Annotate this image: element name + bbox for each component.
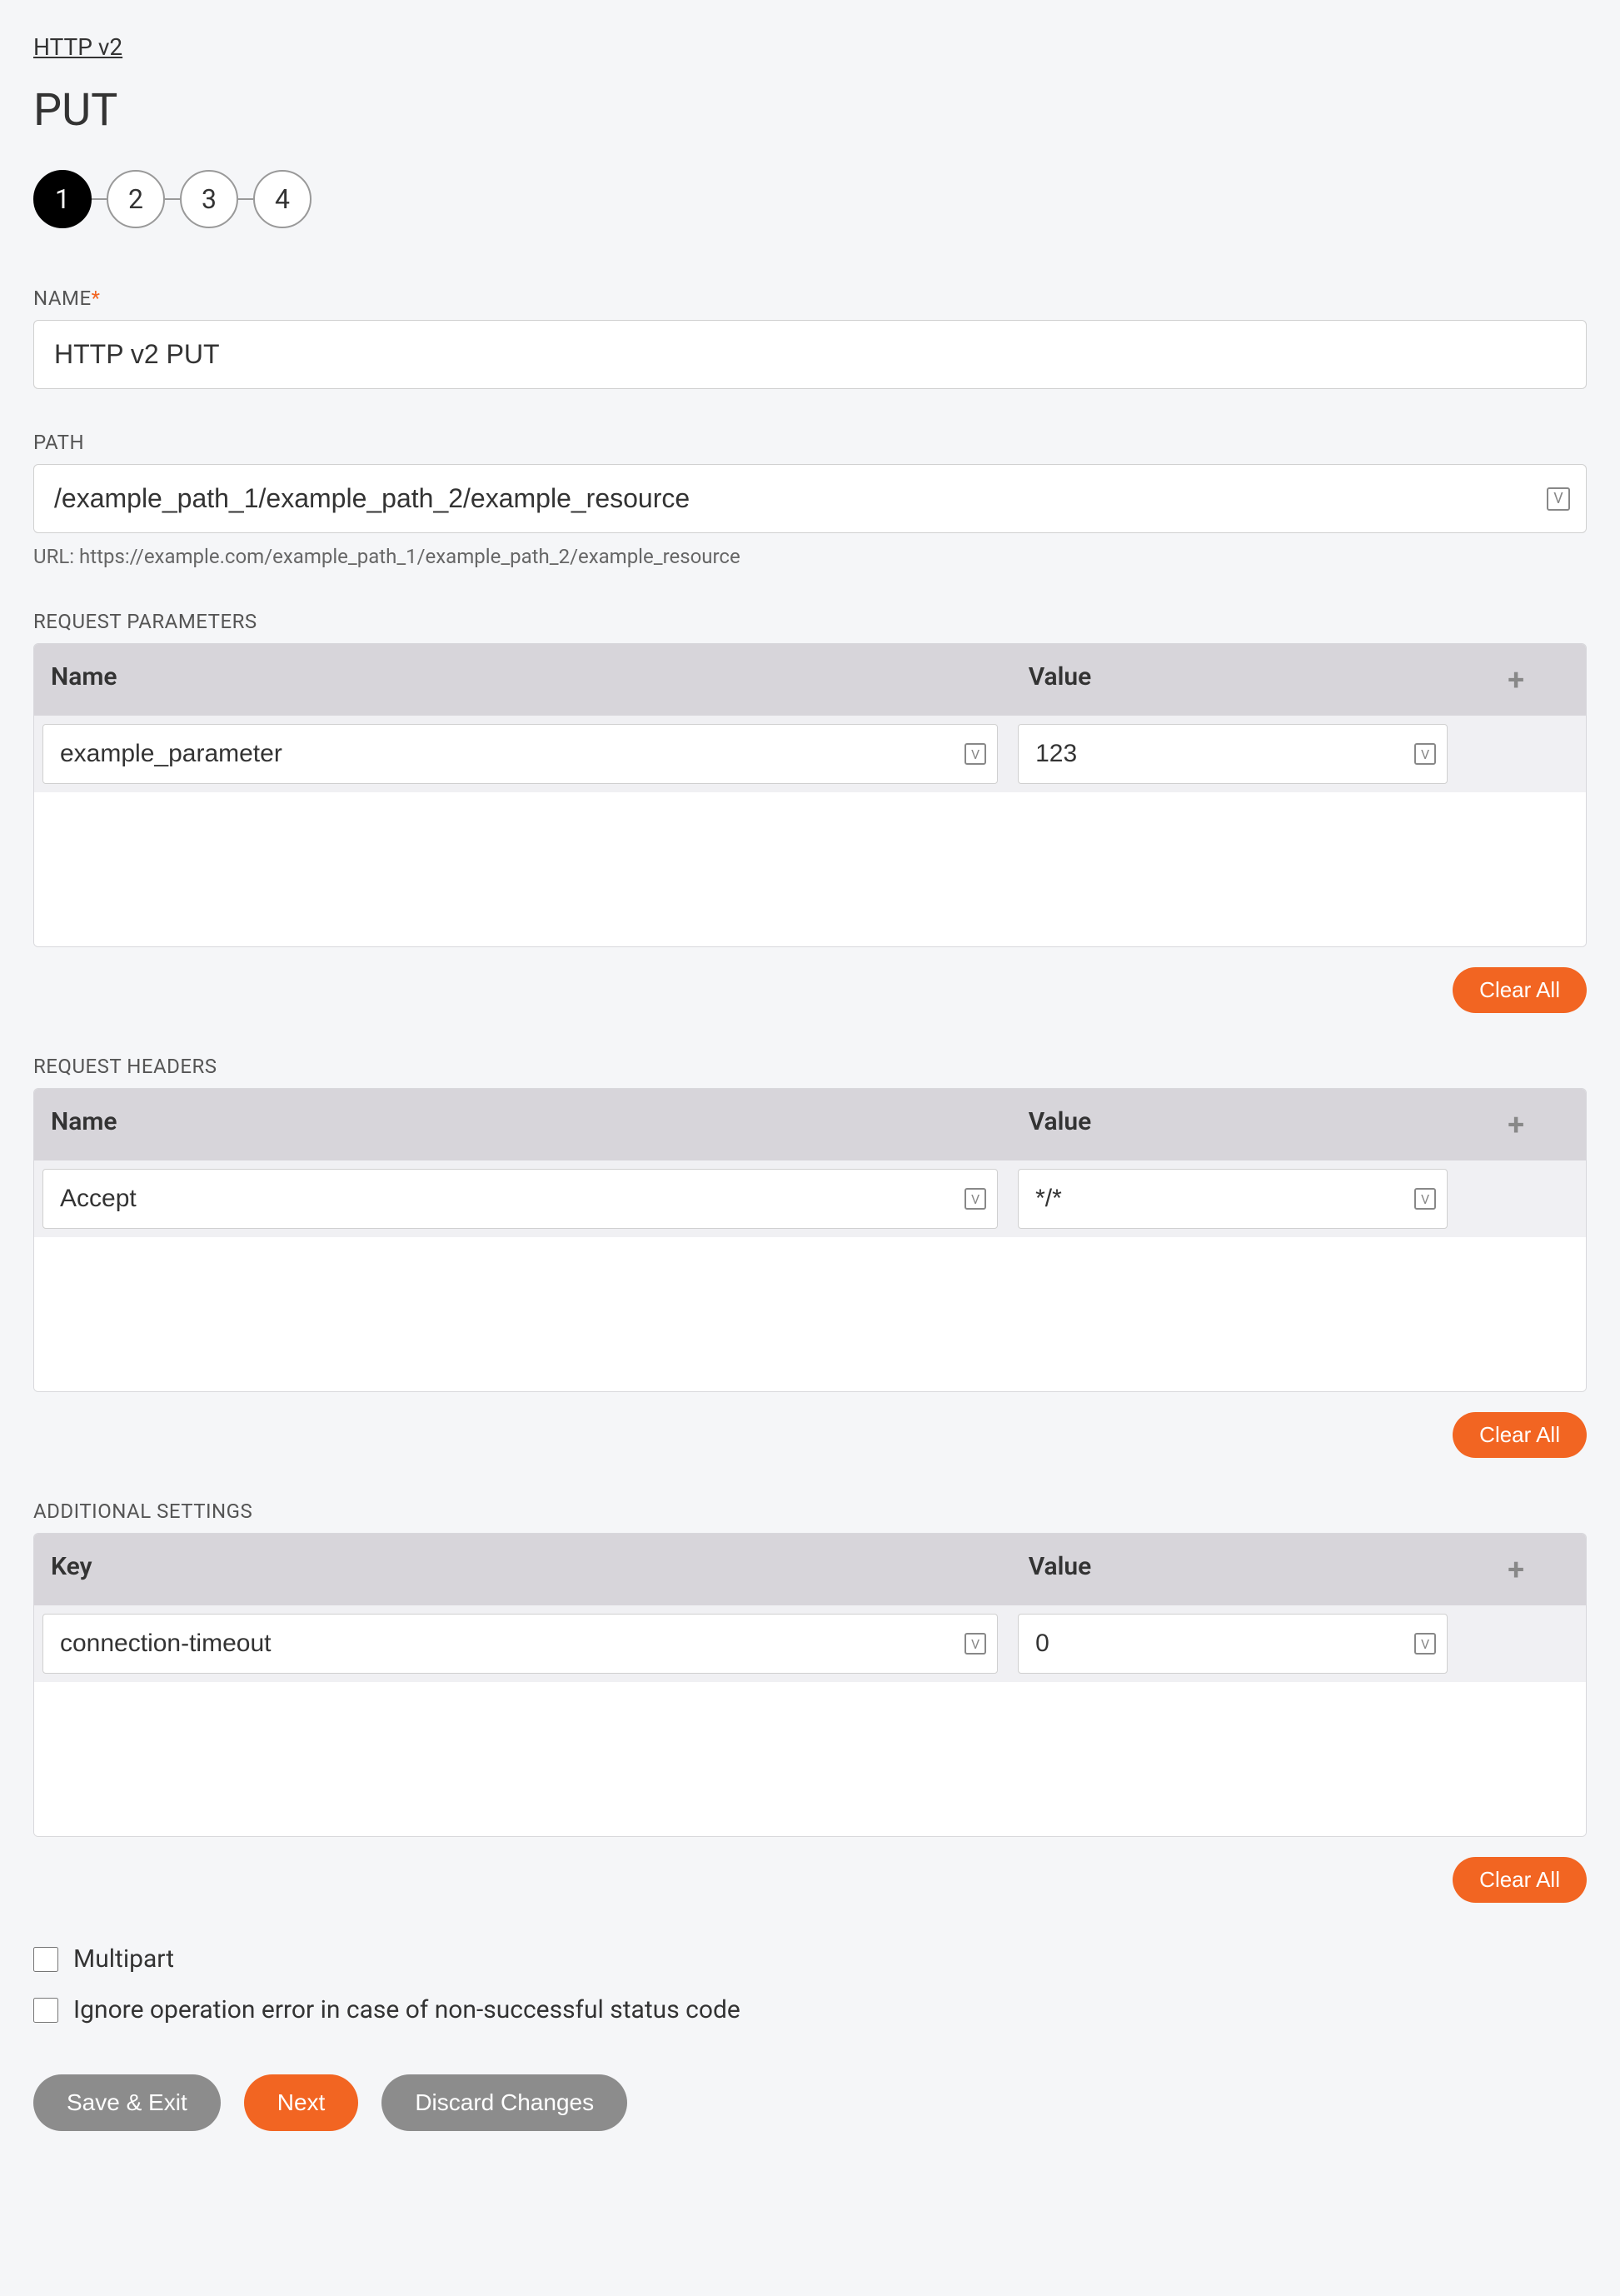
- params-add-row[interactable]: +: [1446, 644, 1586, 716]
- breadcrumb-http-v2[interactable]: HTTP v2: [33, 33, 122, 61]
- multipart-label: Multipart: [73, 1944, 174, 1974]
- additional-value-input[interactable]: [1018, 1614, 1448, 1674]
- variable-picker-icon[interactable]: V: [965, 743, 986, 765]
- headers-table: Name Value + V V: [33, 1088, 1587, 1392]
- variable-picker-icon[interactable]: V: [965, 1188, 986, 1210]
- params-clear-all-button[interactable]: Clear All: [1453, 967, 1587, 1013]
- multipart-checkbox[interactable]: [33, 1947, 58, 1972]
- name-label: NAME*: [33, 287, 1587, 310]
- path-url-hint: URL: https://example.com/example_path_1/…: [33, 545, 1587, 568]
- header-name-input[interactable]: [42, 1169, 998, 1229]
- additional-col-value: Value: [1012, 1534, 1447, 1605]
- additional-key-input[interactable]: [42, 1614, 998, 1674]
- headers-empty-area: [34, 1237, 1586, 1391]
- param-value-input[interactable]: [1018, 724, 1448, 784]
- headers-clear-all-button[interactable]: Clear All: [1453, 1412, 1587, 1458]
- params-table: Name Value + V V: [33, 643, 1587, 947]
- request-headers-label: REQUEST HEADERS: [33, 1055, 1587, 1078]
- additional-add-row[interactable]: +: [1446, 1534, 1586, 1605]
- step-4[interactable]: 4: [253, 170, 312, 228]
- headers-add-row[interactable]: +: [1446, 1089, 1586, 1160]
- table-row: V V: [34, 716, 1586, 792]
- params-empty-area: [34, 792, 1586, 946]
- additional-col-key: Key: [34, 1534, 1012, 1605]
- header-value-input[interactable]: [1018, 1169, 1448, 1229]
- variable-picker-icon[interactable]: V: [1414, 1188, 1436, 1210]
- param-name-input[interactable]: [42, 724, 998, 784]
- ignore-error-label: Ignore operation error in case of non-su…: [73, 1995, 740, 2024]
- headers-col-value: Value: [1012, 1089, 1447, 1160]
- request-params-label: REQUEST PARAMETERS: [33, 610, 1587, 633]
- name-input[interactable]: [33, 320, 1587, 389]
- table-row: V V: [34, 1160, 1586, 1237]
- table-row: V V: [34, 1605, 1586, 1682]
- variable-picker-icon[interactable]: V: [1414, 743, 1436, 765]
- variable-picker-icon[interactable]: V: [965, 1633, 986, 1655]
- stepper: 1 2 3 4: [33, 170, 1587, 228]
- page-title: PUT: [33, 84, 1587, 137]
- next-button[interactable]: Next: [244, 2074, 359, 2131]
- additional-clear-all-button[interactable]: Clear All: [1453, 1857, 1587, 1903]
- required-asterisk: *: [92, 287, 101, 310]
- multipart-row[interactable]: Multipart: [33, 1944, 1587, 1974]
- path-label: PATH: [33, 431, 1587, 454]
- params-col-name: Name: [34, 644, 1012, 716]
- variable-picker-icon[interactable]: V: [1547, 487, 1570, 511]
- ignore-error-row[interactable]: Ignore operation error in case of non-su…: [33, 1995, 1587, 2024]
- step-3[interactable]: 3: [180, 170, 238, 228]
- path-input[interactable]: [33, 464, 1587, 533]
- additional-table: Key Value + V V: [33, 1533, 1587, 1837]
- save-exit-button[interactable]: Save & Exit: [33, 2074, 221, 2131]
- step-line: [238, 198, 253, 200]
- discard-changes-button[interactable]: Discard Changes: [381, 2074, 627, 2131]
- variable-picker-icon[interactable]: V: [1414, 1633, 1436, 1655]
- headers-col-name: Name: [34, 1089, 1012, 1160]
- params-col-value: Value: [1012, 644, 1447, 716]
- step-2[interactable]: 2: [107, 170, 165, 228]
- step-1[interactable]: 1: [33, 170, 92, 228]
- additional-empty-area: [34, 1682, 1586, 1836]
- ignore-error-checkbox[interactable]: [33, 1998, 58, 2023]
- additional-settings-label: ADDITIONAL SETTINGS: [33, 1500, 1587, 1523]
- step-line: [165, 198, 180, 200]
- step-line: [92, 198, 107, 200]
